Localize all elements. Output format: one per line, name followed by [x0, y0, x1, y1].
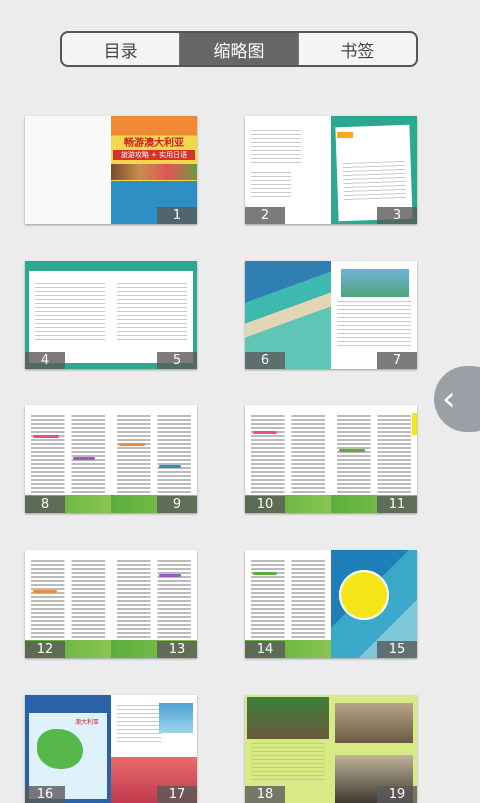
- photo: [159, 703, 193, 733]
- page-number: 9: [157, 496, 197, 513]
- thumbnail-spread-10-11[interactable]: 10 11: [245, 405, 417, 513]
- thumbnail-spread-14-15[interactable]: 14 15: [245, 550, 417, 658]
- chevron-left-icon: ‹: [442, 379, 456, 419]
- page: 11: [331, 405, 417, 513]
- thumbnail-spread-2-3[interactable]: 2 3: [245, 116, 417, 224]
- koala-photo-page: 18: [245, 695, 331, 803]
- page: 8: [25, 405, 111, 513]
- page-number: 14: [245, 641, 285, 658]
- thumbnail-cover[interactable]: 畅游澳大利亚 旅游攻略 + 实用日语 1: [25, 116, 197, 224]
- page-number: 7: [377, 352, 417, 369]
- page: 14: [245, 550, 331, 658]
- thumbnail-spread-4-5[interactable]: 4 5: [25, 261, 197, 369]
- australia-map: [37, 729, 83, 769]
- cover-subtitle: 旅游攻略 + 实用日语: [113, 150, 195, 160]
- page: 10: [245, 405, 331, 513]
- page: 5: [111, 261, 197, 369]
- page: 4: [25, 261, 111, 369]
- thumbnail-grid: 畅游澳大利亚 旅游攻略 + 实用日语 1 2 3 4 5 6 7 8 9 10 …: [0, 0, 480, 803]
- page-number: 13: [157, 641, 197, 658]
- map-page: 澳大利亚 16: [25, 695, 111, 803]
- map-label: 澳大利亚: [75, 719, 100, 726]
- page: 2: [245, 116, 331, 224]
- page-number: 16: [25, 786, 65, 803]
- kangaroo-photo-page: 15: [331, 550, 417, 658]
- thumbnail-spread-8-9[interactable]: 8 9: [25, 405, 197, 513]
- page: 17: [111, 695, 197, 803]
- page-number: 19: [377, 786, 417, 803]
- page-number: 5: [157, 352, 197, 369]
- cover-page: 畅游澳大利亚 旅游攻略 + 实用日语 1: [111, 116, 197, 224]
- page-number: 11: [377, 496, 417, 513]
- page-number: 15: [377, 641, 417, 658]
- page-inner: [111, 271, 193, 363]
- page-number: 8: [25, 496, 65, 513]
- page: 19: [331, 695, 417, 803]
- cover-title: 畅游澳大利亚: [124, 138, 184, 149]
- page-inner: [29, 271, 111, 363]
- page-number: 4: [25, 352, 65, 369]
- yellow-tag: [337, 132, 353, 138]
- page: 7: [331, 261, 417, 369]
- cover-photo-strip: [111, 164, 197, 180]
- page: 13: [111, 550, 197, 658]
- page-number: 2: [245, 207, 285, 224]
- thumbnail-spread-18-19[interactable]: 18 19: [245, 695, 417, 803]
- photo: [247, 697, 329, 739]
- page-number: 6: [245, 352, 285, 369]
- page-number: 12: [25, 641, 65, 658]
- page: 12: [25, 550, 111, 658]
- page-number: 3: [377, 207, 417, 224]
- thumbnail-spread-6-7[interactable]: 6 7: [245, 261, 417, 369]
- page-number: 17: [157, 786, 197, 803]
- photo: [341, 269, 409, 297]
- kangaroo-badge: [339, 570, 389, 620]
- yellow-edge: [412, 413, 417, 435]
- thumbnail-spread-12-13[interactable]: 12 13: [25, 550, 197, 658]
- photo: [335, 703, 413, 743]
- page: 3: [331, 116, 417, 224]
- aerial-photo-page: 6: [245, 261, 331, 369]
- page: 9: [111, 405, 197, 513]
- page-number: 1: [157, 207, 197, 224]
- page-number: 10: [245, 496, 285, 513]
- page-blank: [25, 116, 111, 224]
- page-number: 18: [245, 786, 285, 803]
- thumbnail-spread-16-17[interactable]: 澳大利亚 16 17: [25, 695, 197, 803]
